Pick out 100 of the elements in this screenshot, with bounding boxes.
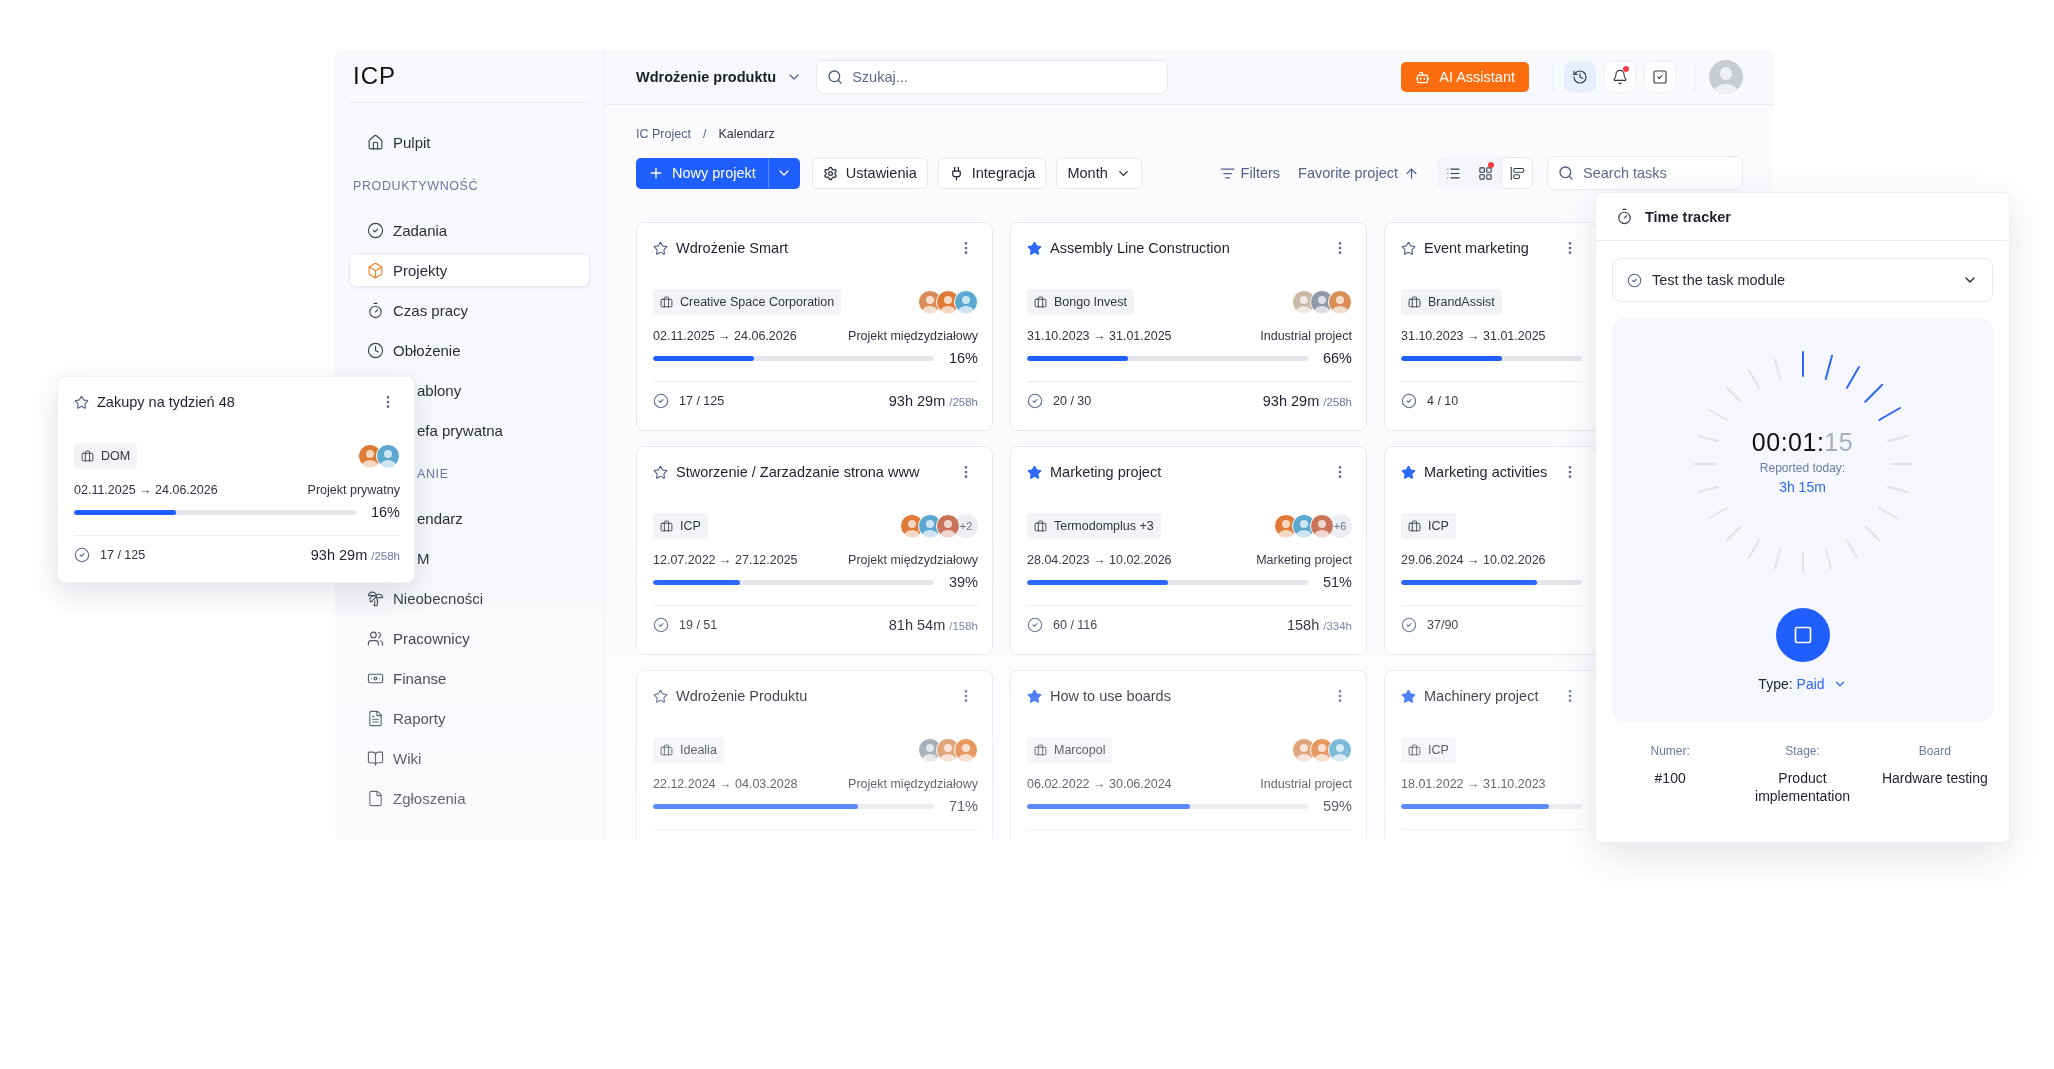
project-card[interactable]: Wdrożenie Produktu Idealia 22.12.2024 → 04.03.2028 Projekt międzydziałowy 71% (636, 670, 993, 840)
avatar (936, 514, 960, 538)
avatar (1310, 514, 1334, 538)
briefcase-icon (1034, 295, 1047, 309)
project-card[interactable]: Assembly Line Construction Bongo Invest 31.10.2023 → 31.01.2025 Industrial project 66% 20 / 30 93h 29m /258h (1010, 222, 1367, 431)
project-type: Industrial project (1260, 777, 1352, 791)
stop-button[interactable] (1775, 608, 1830, 662)
star-icon[interactable] (653, 464, 668, 480)
cube-icon (367, 261, 384, 279)
search-field[interactable]: Szukaj... (816, 60, 1169, 94)
integration-button[interactable]: Integracja (937, 157, 1047, 189)
filter-icon (1219, 165, 1235, 181)
nav-item[interactable]: endarz (417, 505, 463, 531)
star-icon[interactable] (1027, 688, 1042, 704)
date-range: 28.04.2023 → 10.02.2026 (1027, 553, 1172, 567)
plus-icon (648, 165, 664, 181)
nav-item[interactable]: Finanse (349, 665, 590, 691)
task-count: 60 / 116 (1053, 618, 1098, 632)
search-icon (1558, 165, 1574, 181)
card-title: Machinery project (1424, 688, 1540, 704)
stopwatch-icon (367, 301, 384, 319)
star-icon[interactable] (1401, 464, 1416, 480)
date-range: 31.10.2023 → 31.01.2025 (1401, 329, 1546, 343)
dropdown-caret-button[interactable] (767, 157, 800, 189)
project-type: Projekt międzydziałowy (848, 553, 978, 567)
nav-item[interactable]: ablony (417, 377, 462, 403)
section-heading: ANIE (417, 467, 449, 481)
sort-button[interactable]: Favorite project (1298, 165, 1419, 181)
nav-item[interactable]: efa prywatna (417, 417, 503, 443)
project-card[interactable]: How to use boards Marcopol 06.02.2022 → 30.06.2024 Industrial project 59% (1010, 670, 1367, 840)
logo[interactable]: ICP (353, 62, 396, 90)
nav-item[interactable]: Projekty (349, 253, 590, 287)
card-title: Marketing activities (1424, 464, 1549, 480)
briefcase-icon (1408, 519, 1421, 533)
task-count: 19 / 51 (679, 618, 718, 632)
card-title: Marketing project (1050, 464, 1163, 480)
history-icon-button[interactable] (1564, 61, 1596, 93)
nav-item[interactable]: Wiki (349, 745, 590, 771)
client-name: ICP (680, 519, 701, 533)
task-dropdown[interactable]: Test the task module (1612, 258, 1993, 302)
nav-item[interactable]: Nieobecności (349, 585, 590, 611)
card-title: Wdrożenie Produktu (676, 688, 809, 704)
client-name: Bongo Invest (1054, 295, 1127, 309)
nav-item[interactable]: Zgłoszenia (349, 785, 590, 811)
star-icon[interactable] (74, 394, 89, 410)
project-card[interactable]: Stworzenie / Zarzadzanie strona www ICP +2 12.07.2022 → 27.12.2025 Projekt międzydziałowy 39% 19 / 51 81h 54m /158h (636, 446, 993, 655)
briefcase-icon (660, 295, 673, 309)
star-icon[interactable] (653, 688, 668, 704)
detail-label: Numer: (1649, 744, 1691, 758)
settings-button[interactable]: Ustawienia (811, 157, 928, 189)
date-range: 02.11.2025 → 24.06.2026 (653, 329, 797, 343)
book-icon (367, 749, 384, 767)
card-title: Stworzenie / Zarzadzanie strona www (676, 464, 921, 480)
nav-item[interactable]: Obłożenie (349, 337, 590, 363)
detail-label: Stage: (1784, 744, 1821, 758)
time-spent: 158h /334h (1286, 617, 1352, 633)
card-title: How to use boards (1050, 688, 1172, 704)
nav-item[interactable]: Zadania (349, 217, 590, 243)
grid-view-icon (1477, 165, 1493, 181)
nav-item[interactable]: Pulpit (349, 129, 590, 155)
robot-icon (1415, 69, 1431, 85)
tasks-icon (1652, 69, 1668, 85)
project-card[interactable]: Zakupy na tydzień 48 DOM 02.11.2025 → 24.06.2026 Projekt prywatny 16% 17 / 125 93h 29m /258h (57, 376, 415, 583)
new-project-button[interactable]: Nowy projekt (636, 157, 768, 189)
star-icon[interactable] (1027, 464, 1042, 480)
project-type: Projekt międzydziałowy (848, 777, 978, 791)
nav-item[interactable]: Pracownicy (349, 625, 590, 651)
project-card[interactable]: Event marketing BrandAssist 31.10.2023 → 31.01.2025 4 / 10 (1384, 222, 1597, 431)
nav-item[interactable]: M (417, 545, 430, 571)
filters-button[interactable]: Filters (1219, 165, 1281, 181)
project-type: Industrial project (1260, 329, 1352, 343)
avatar (376, 444, 400, 468)
project-dropdown[interactable]: Wdrożenie produktu (636, 69, 803, 85)
star-icon[interactable] (1027, 240, 1042, 256)
bell-icon-button[interactable] (1604, 61, 1636, 93)
star-icon[interactable] (653, 240, 668, 256)
breadcrumb-link[interactable]: Kalendarz (718, 127, 775, 141)
timer-display: 00:01:15 (1751, 428, 1854, 457)
progress-percent: 59% (1321, 798, 1352, 814)
breadcrumb-link[interactable]: IC Project (636, 127, 691, 141)
client-name: DOM (101, 449, 131, 463)
period-dropdown[interactable]: Month (1056, 157, 1142, 189)
timeline-view-toggle[interactable] (1501, 157, 1533, 189)
project-card[interactable]: Marketing project Termodomplus +3 +6 28.04.2023 → 10.02.2026 Marketing project 51% 60 / 116 158h /334h (1010, 446, 1367, 655)
task-search-field[interactable]: Search tasks (1547, 156, 1743, 190)
section-heading: PRODUKTYWNOŚĆ (353, 179, 479, 193)
list-view-icon (1445, 165, 1461, 181)
star-icon[interactable] (1401, 240, 1416, 256)
nav-item[interactable]: Raporty (349, 705, 590, 731)
project-card[interactable]: Machinery project ICP 18.01.2022 → 31.10.2023 (1384, 670, 1597, 840)
client-name: Marcopol (1054, 743, 1106, 757)
check-circle-icon (367, 221, 384, 239)
type-dropdown[interactable]: Paid (1796, 676, 1847, 692)
project-card[interactable]: Wdrożenie Smart Creative Space Corporation 02.11.2025 → 24.06.2026 Projekt międzydziałowy 16% 17 / 125 93h 29m /258h (636, 222, 993, 431)
stopwatch-icon (1616, 208, 1633, 225)
nav-item[interactable]: Czas pracy (349, 297, 590, 323)
star-icon[interactable] (1401, 688, 1416, 704)
project-card[interactable]: Marketing activities ICP 29.06.2024 → 10.02.2026 37/90 (1384, 446, 1597, 655)
time-spent: 81h 54m /158h (888, 617, 978, 633)
tasks-icon-button[interactable] (1644, 61, 1676, 93)
